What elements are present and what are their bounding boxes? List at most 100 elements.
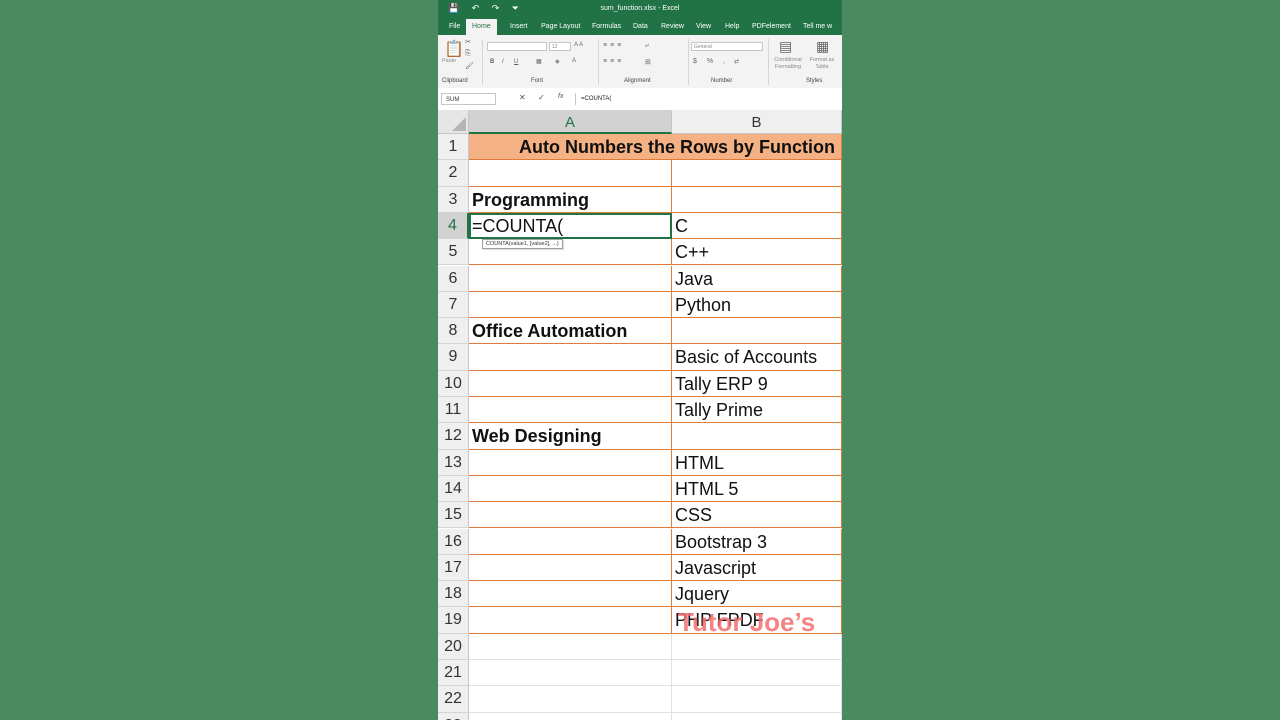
cell-b[interactable] [672,318,842,345]
cell-a[interactable]: Programming [469,186,672,213]
cell-b[interactable]: Python [672,291,842,319]
cell-b[interactable] [672,423,842,450]
cell-b[interactable]: Basic of Accounts [672,344,842,371]
row-header[interactable]: 12 [438,423,469,450]
cell-b[interactable] [672,186,842,213]
row-header[interactable]: 16 [438,528,469,555]
cell-a[interactable] [469,712,672,720]
cell-a[interactable] [469,686,672,713]
cell-a[interactable] [469,633,672,660]
tab-pdfelement[interactable]: PDFelement [752,18,791,35]
row-header[interactable]: 21 [438,660,469,687]
cell-b[interactable] [672,686,842,713]
cell-a[interactable] [469,344,672,371]
conditional-formatting-label[interactable]: Conditional Formatting [770,57,806,71]
tab-file[interactable]: File [449,18,460,35]
conditional-formatting-icon[interactable]: ▤ [779,38,792,55]
bold-icon[interactable]: B [490,59,494,65]
row-header[interactable]: 22 [438,686,469,713]
row-header[interactable]: 9 [438,344,469,371]
format-painter-icon[interactable]: 🖌 [465,62,474,70]
currency-percent-icon[interactable]: $ % , [693,58,729,65]
cell-b[interactable] [672,660,842,687]
tab-view[interactable]: View [696,18,711,35]
format-as-table-label[interactable]: Format as Table [806,57,838,71]
font-name-box[interactable] [487,42,547,51]
row-header[interactable]: 2 [438,160,469,187]
row-header[interactable]: 1 [438,134,469,161]
cell-a[interactable]: Office Automation [469,318,672,345]
row-header[interactable]: 14 [438,475,469,503]
row-header[interactable]: 23 [438,712,469,720]
merge-center-icon[interactable]: ⊞ [645,58,651,66]
cell-b[interactable]: CSS [672,502,842,529]
cell-a[interactable] [469,528,672,555]
wrap-text-icon[interactable]: ⤶ [645,42,649,50]
decimal-icon[interactable]: ⇄ [734,58,739,65]
tab-help[interactable]: Help [725,18,739,35]
cell-a[interactable] [469,160,672,187]
row-header[interactable]: 19 [438,607,469,634]
tab-formulas[interactable]: Formulas [592,18,621,35]
format-as-table-icon[interactable]: ▦ [816,38,829,55]
cell-a[interactable] [469,581,672,608]
row-header[interactable]: 18 [438,581,469,608]
cut-icon[interactable]: ✂ [465,38,471,46]
borders-icon[interactable]: ▦ [536,58,542,65]
cell-a[interactable] [469,660,672,687]
cell-a[interactable] [469,554,672,582]
cell-b[interactable]: Tally ERP 9 [672,370,842,397]
tab-home[interactable]: Home [466,19,497,35]
font-size-box[interactable]: 12 [549,42,571,51]
cell-b[interactable]: Tally Prime [672,397,842,424]
cell-b[interactable]: C [672,212,842,240]
enter-icon[interactable]: ✓ [538,93,545,102]
row-header[interactable]: 7 [438,291,469,319]
title-cell[interactable]: Auto Numbers the Rows by Function [469,134,842,161]
cell-a[interactable] [469,397,672,424]
tab-page-layout[interactable]: Page Layout [541,18,580,35]
cell-a[interactable] [469,607,672,634]
cell-a[interactable] [469,291,672,319]
fill-color-icon[interactable]: ◈ [555,58,560,65]
cell-b[interactable]: Bootstrap 3 [672,528,842,555]
row-header[interactable]: 20 [438,633,469,660]
row-header[interactable]: 11 [438,397,469,424]
name-box[interactable]: SUM [441,93,496,105]
row-header[interactable]: 15 [438,502,469,529]
row-header[interactable]: 5 [438,239,469,266]
italic-icon[interactable]: I [502,59,504,65]
tab-tell-me-w[interactable]: Tell me w [803,18,832,35]
row-header[interactable]: 8 [438,318,469,345]
cell-b[interactable]: Jquery [672,581,842,608]
font-color-icon[interactable]: A [572,58,576,64]
row-header[interactable]: 3 [438,186,469,213]
cell-a[interactable] [469,475,672,503]
formula-input[interactable]: =COUNTA( [575,93,842,105]
cell-a[interactable] [469,370,672,397]
number-format-box[interactable]: General [691,42,763,51]
cancel-icon[interactable]: ✕ [519,93,526,102]
tab-review[interactable]: Review [661,18,684,35]
grow-font-icon[interactable]: A A [574,42,583,48]
cell-b[interactable] [672,712,842,720]
underline-icon[interactable]: U [514,59,518,65]
copy-icon[interactable]: ⎘ [465,50,471,58]
active-cell[interactable]: =COUNTA( [469,212,672,240]
row-header[interactable]: 6 [438,265,469,292]
row-header[interactable]: 13 [438,449,469,476]
cell-b[interactable]: Javascript [672,554,842,582]
vertical-align-icon[interactable]: ≡≡≡ [603,42,624,49]
tab-insert[interactable]: Insert [510,18,528,35]
select-all-corner[interactable] [438,110,469,134]
cell-a[interactable] [469,265,672,292]
horizontal-align-icon[interactable]: ≡≡≡ [603,58,624,65]
cell-a[interactable] [469,449,672,476]
cell-b[interactable]: Java [672,265,842,292]
column-header-a[interactable]: A [469,110,672,134]
insert-function-icon[interactable]: fx [558,93,563,100]
cell-a[interactable]: Web Designing [469,423,672,450]
paste-label[interactable]: Paste [442,58,456,65]
cell-b[interactable]: HTML [672,449,842,476]
column-header-b[interactable]: B [672,110,842,134]
